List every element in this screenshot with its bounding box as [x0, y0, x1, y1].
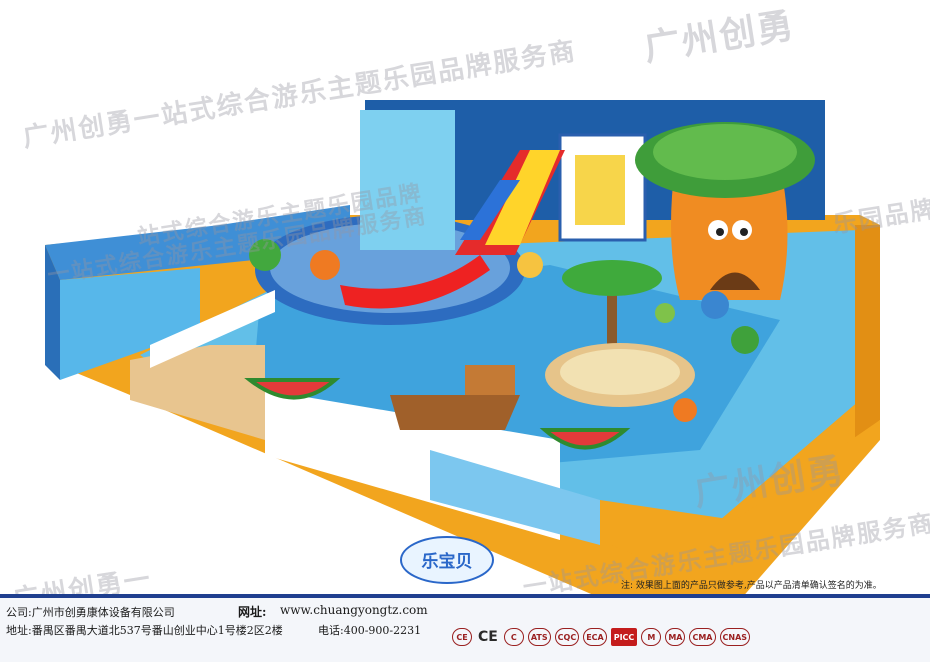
cert-badge: ECA: [583, 628, 607, 646]
playground-scene: 乐宝贝 广州创勇一站式综合游乐主题乐园品牌服务商 一站式综合游乐主题乐园品牌服务…: [0, 0, 930, 615]
phone-number: 电话:400-900-2231: [318, 624, 422, 637]
palm-tree: [562, 260, 662, 296]
cert-badge: C: [503, 628, 524, 646]
certification-logos: CE CE C ATS CQC ECA PICC M MA CMA CNAS: [452, 628, 751, 646]
cert-badge: CE: [452, 628, 472, 646]
website-label: 网址:: [238, 605, 267, 619]
playground-illustration: 乐宝贝: [45, 100, 880, 600]
pirate-ship: [390, 395, 520, 430]
website-link[interactable]: www.chuangyongtz.com: [280, 603, 428, 617]
cert-badge: M: [641, 628, 662, 646]
logo: 乐宝贝: [400, 536, 494, 584]
cert-badge: CMA: [689, 628, 716, 646]
cert-badge: CNAS: [719, 628, 751, 646]
green-ball: [249, 239, 281, 271]
logo-text: 乐宝贝: [422, 551, 473, 572]
cert-badge: PICC: [610, 628, 638, 646]
orange-ball: [310, 250, 340, 280]
cert-badge: MA: [665, 628, 686, 646]
cert-badge: CQC: [554, 628, 580, 646]
disclaimer-note: 注: 效果图上面的产品只做参考,产品以产品清单确认签名的为准。: [621, 581, 882, 591]
company-name: 公司:广州市创勇康体设备有限公司: [6, 606, 175, 619]
footer: 公司:广州市创勇康体设备有限公司 地址:番禺区番禺大道北537号番山创业中心1号…: [0, 594, 930, 662]
company-address: 地址:番禺区番禺大道北537号番山创业中心1号楼2区2楼: [6, 624, 283, 637]
cert-badge: ATS: [527, 628, 551, 646]
cert-badge: CE: [478, 629, 498, 645]
